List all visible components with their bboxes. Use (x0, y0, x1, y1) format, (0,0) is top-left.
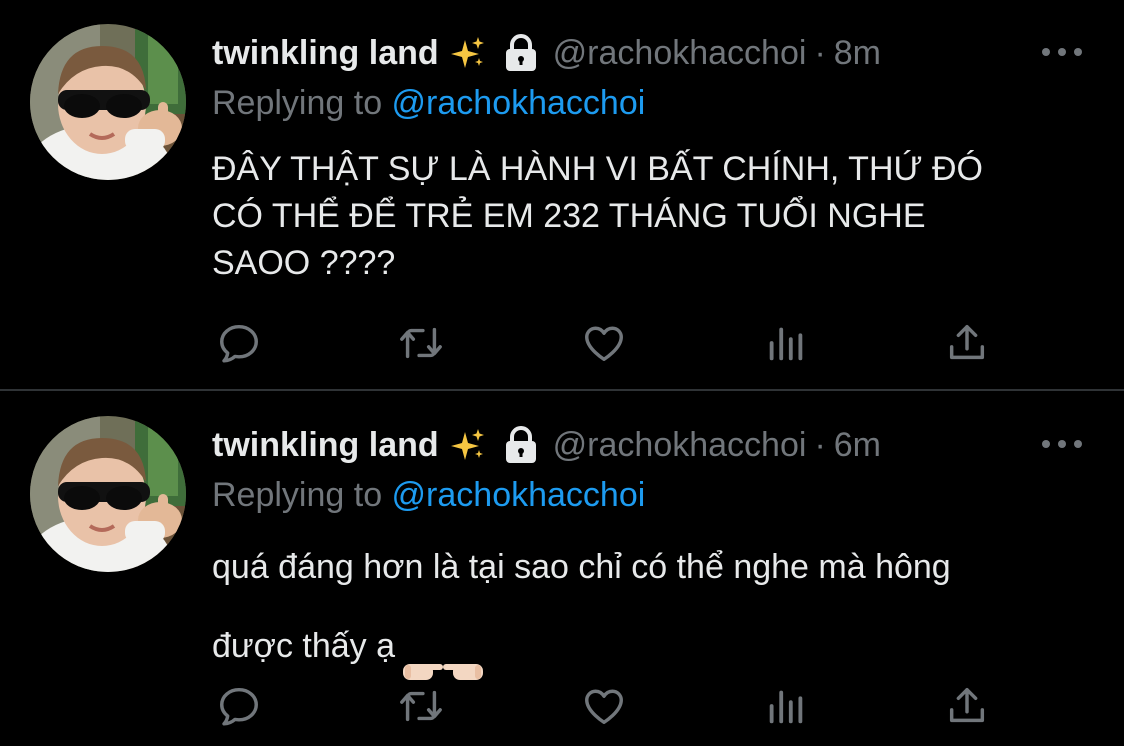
sparkles-icon (450, 36, 485, 70)
avatar-photo (30, 24, 186, 180)
replying-to: Replying to @rachokhacchoi (212, 476, 645, 515)
reply-button[interactable] (214, 681, 264, 731)
avatar[interactable] (30, 24, 186, 180)
tweet-text-container: quá đáng hơn là tại sao chỉ có thể nghe … (212, 540, 1082, 702)
more-dot-icon (1042, 48, 1050, 56)
more-options-button[interactable] (1042, 40, 1082, 64)
more-dot-icon (1042, 440, 1050, 448)
tweet-header: twinkling land @rachokhacchoi · 8m (212, 30, 881, 76)
handle[interactable]: @rachokhacchoi (553, 426, 807, 465)
tweet-text: quá đáng hơn là tại sao chỉ có thể nghe … (212, 548, 951, 665)
more-dot-icon (1058, 440, 1066, 448)
tweet-divider (0, 389, 1124, 391)
share-button[interactable] (942, 318, 992, 368)
replying-label: Replying to (212, 84, 392, 122)
more-dot-icon (1074, 440, 1082, 448)
tweet-text: ĐÂY THẬT SỰ LÀ HÀNH VI BẤT CHÍNH, THỨ ĐÓ… (212, 150, 983, 282)
like-icon (585, 689, 623, 725)
handle[interactable]: @rachokhacchoi (553, 34, 807, 73)
avatar[interactable] (30, 416, 186, 572)
analytics-icon (769, 690, 803, 724)
more-options-button[interactable] (1042, 432, 1082, 456)
more-dot-icon (1058, 48, 1066, 56)
retweet-button[interactable] (396, 681, 446, 731)
separator-dot: · (814, 33, 826, 72)
timestamp[interactable]: 8m (834, 34, 881, 73)
replying-to: Replying to @rachokhacchoi (212, 84, 645, 123)
like-icon (585, 326, 623, 362)
tweet[interactable]: twinkling land @rachokhacchoi · 8m Reply… (0, 0, 1124, 390)
replying-to-link[interactable]: @rachokhacchoi (392, 84, 646, 122)
reply-button[interactable] (214, 318, 264, 368)
analytics-button[interactable] (761, 318, 811, 368)
retweet-icon (400, 690, 442, 722)
analytics-icon (769, 327, 803, 361)
reply-icon (220, 687, 258, 726)
avatar-photo (30, 416, 186, 572)
retweet-button[interactable] (396, 318, 446, 368)
tweet-actions (212, 681, 1002, 731)
like-button[interactable] (579, 318, 629, 368)
display-name[interactable]: twinkling land (212, 34, 439, 73)
lock-icon (503, 426, 539, 464)
replying-label: Replying to (212, 476, 392, 514)
share-icon (949, 687, 985, 723)
analytics-button[interactable] (761, 681, 811, 731)
timestamp[interactable]: 6m (834, 426, 881, 465)
display-name[interactable]: twinkling land (212, 426, 439, 465)
tweet-header: twinkling land @rachokhacchoi · 6m (212, 422, 881, 468)
share-icon (949, 324, 985, 360)
sparkles-icon (450, 428, 485, 462)
more-dot-icon (1074, 48, 1082, 56)
retweet-icon (400, 327, 442, 359)
share-button[interactable] (942, 681, 992, 731)
tweet[interactable]: twinkling land @rachokhacchoi · 6m Reply… (0, 392, 1124, 746)
reply-icon (220, 324, 258, 363)
lock-icon (503, 34, 539, 72)
like-button[interactable] (579, 681, 629, 731)
replying-to-link[interactable]: @rachokhacchoi (392, 476, 646, 514)
tweet-actions (212, 318, 1002, 368)
separator-dot: · (814, 425, 826, 464)
